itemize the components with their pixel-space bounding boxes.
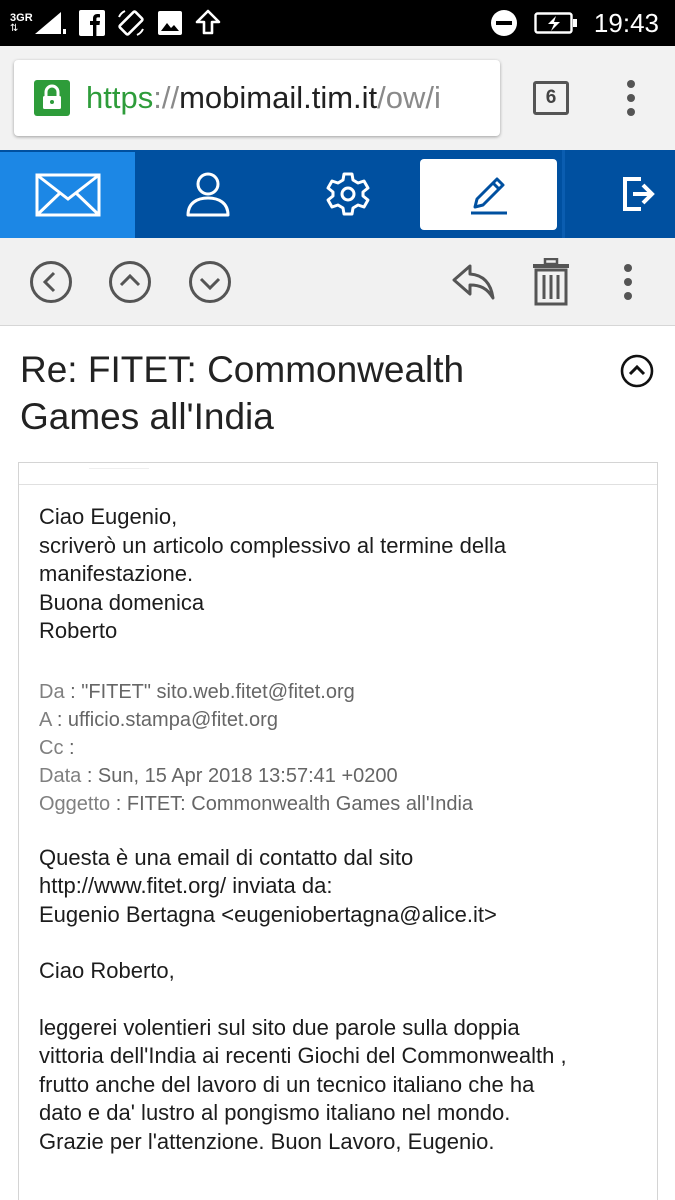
lock-icon [34,80,70,116]
header-value: : ufficio.stampa@fitet.org [56,708,278,731]
message-subject: Re: FITET: Commonwealth Games all'India [20,346,580,440]
subject-line: Games all'India [20,396,274,437]
body-line: Ciao Eugenio, [39,504,178,529]
nav-mail[interactable] [0,152,135,238]
nav-contacts[interactable] [140,150,275,238]
body-line: scriverò un articolo complessivo al term… [39,532,507,558]
header-label: Oggetto [39,792,111,815]
app-navigation [0,150,675,238]
address-bar[interactable]: https://mobimail.tim.it/ow/i [14,60,500,136]
body-line: frutto anche del lavoro di un tecnico it… [39,1071,535,1097]
subject-line: Re: FITET: Commonwealth [20,349,465,390]
battery-charging-icon [534,12,577,34]
body-line: manifestazione. [39,561,194,586]
back-icon[interactable] [29,260,73,304]
message-body-card: Ciao Eugenio, scriverò un articolo compl… [18,462,658,1200]
header-label: A [39,708,52,731]
network-indicator: 3GR ⇅ [10,10,67,36]
roaming-flag: R [24,11,33,24]
url-host: mobimail.tim.it [179,80,378,115]
nav-settings[interactable] [280,150,415,238]
image-icon [157,11,182,35]
url-separator: :// [153,80,180,115]
logout-icon [622,177,655,211]
header-value: : [69,736,75,759]
header-label: Cc [39,736,64,759]
rotation-icon [117,10,144,36]
body-line: vittoria dell'India ai recenti Giochi de… [39,1043,567,1068]
body-line: Buona domenica [39,589,205,615]
status-bar: 3GR ⇅ 19:43 [0,0,675,46]
message-body: Ciao Eugenio, scriverò un articolo compl… [39,503,649,1156]
clock: 19:43 [593,7,659,38]
contacts-icon [186,172,229,217]
quoted-headers: Da : "FITET" sito.web.fitet@fitet.org A … [39,678,649,818]
more-icon[interactable] [614,260,642,304]
header-value: : Sun, 15 Apr 2018 13:57:41 +0200 [86,764,398,787]
url-text: https://mobimail.tim.it/ow/i [86,60,441,136]
header-date: Data : Sun, 15 Apr 2018 13:57:41 +0200 [39,762,649,790]
collapse-icon[interactable] [620,354,654,388]
header-to: A : ufficio.stampa@fitet.org [39,706,649,734]
message-toolbar [0,238,675,326]
body-line: leggerei volentieri sul sito due parole … [39,1014,520,1040]
header-label: Data [39,764,82,787]
header-subject: Oggetto : FITET: Commonwealth Games all'… [39,790,649,818]
browser-toolbar: https://mobimail.tim.it/ow/i 6 [0,46,675,150]
delete-icon[interactable] [529,258,573,306]
body-line: Roberto [39,618,118,643]
nav-logout[interactable] [600,150,675,238]
url-scheme: https [86,80,154,115]
reply-icon[interactable] [450,260,496,304]
nav-compose[interactable] [420,159,557,230]
settings-icon [326,172,369,216]
upload-icon [195,9,220,35]
body-line: Eugenio Bertagna <eugeniobertagna@alice.… [39,901,497,927]
network-type: 3G [10,11,25,24]
url-path: /ow/i [377,80,441,115]
body-line: dato e da' lustro al pongismo italiano n… [39,1100,511,1125]
mail-icon [35,173,100,217]
body-line: Questa è una email di contatto dal sito [39,844,414,870]
facebook-icon [78,10,105,36]
body-line: http://www.fitet.org/ inviata da: [39,873,333,898]
body-line: Grazie per l'attenzione. Buon Lavoro, Eu… [39,1128,495,1154]
dnd-icon [490,10,517,36]
header-from: Da : "FITET" sito.web.fitet@fitet.org [39,678,649,706]
signal-icon [34,12,66,34]
header-label: Da [39,680,65,703]
compose-icon [470,177,507,214]
header-cc: Cc : [39,734,649,762]
card-header-strip [19,463,657,485]
nav-separator [562,150,565,238]
previous-icon[interactable] [108,260,152,304]
body-line: Ciao Roberto, [39,958,175,983]
card-top-mark [89,463,149,469]
header-value: : "FITET" sito.web.fitet@fitet.org [70,680,355,703]
tab-switcher-button[interactable]: 6 [533,81,569,115]
header-value: : FITET: Commonwealth Games all'India [115,792,474,815]
browser-menu-icon[interactable] [616,76,646,120]
next-icon[interactable] [188,260,232,304]
